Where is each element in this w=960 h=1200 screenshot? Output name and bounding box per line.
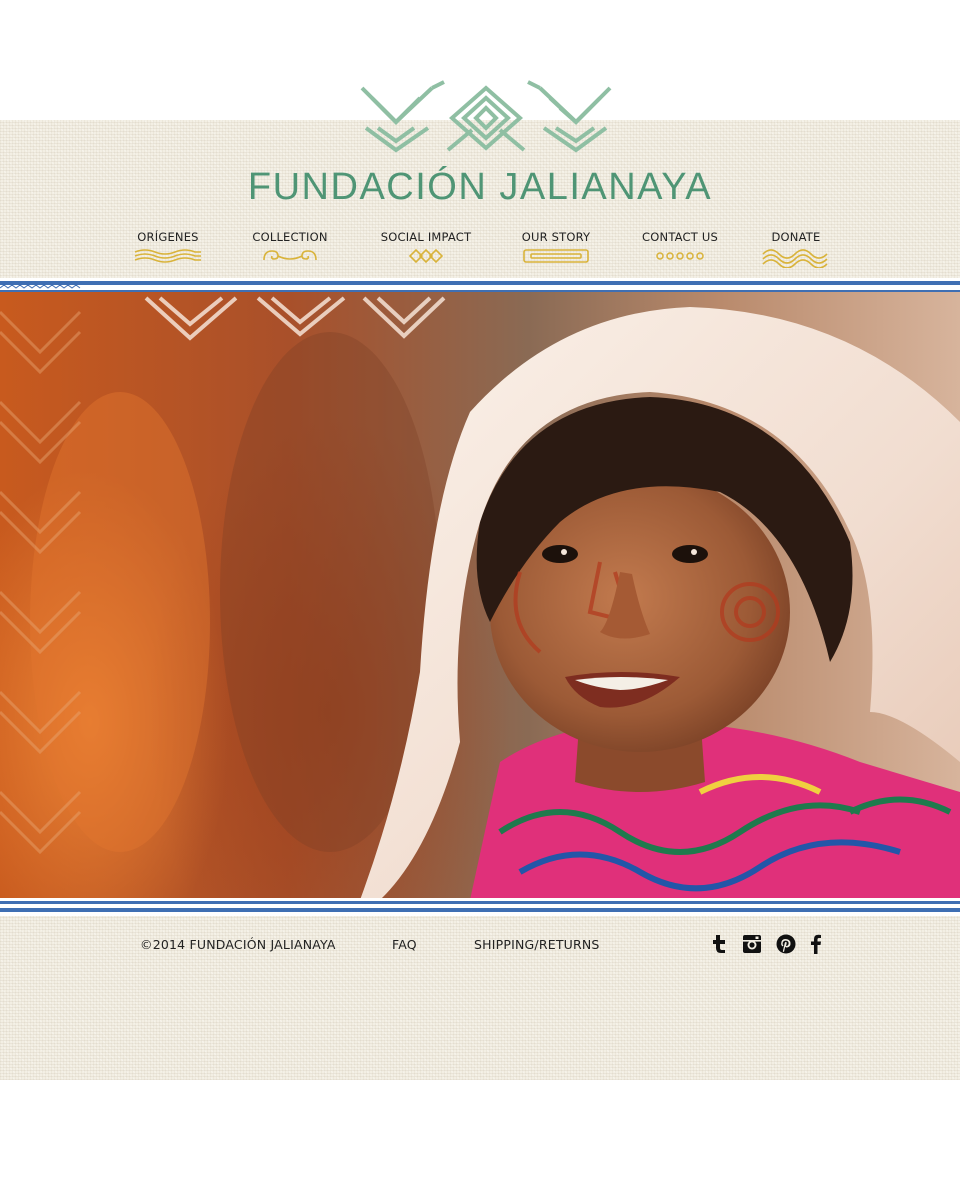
nav-label: SOCIAL IMPACT [380,230,472,244]
nav-label: DONATE [771,230,821,244]
shipping-returns-link[interactable]: SHIPPING/RETURNS [474,937,600,952]
nav-item-our-story[interactable]: OUR STORY [510,228,602,264]
hero-image [0,292,960,900]
dots-ornament-icon [656,252,704,260]
zigzag-ornament-icon [762,249,828,268]
frame-ornament-icon [523,249,589,263]
facebook-icon[interactable] [805,932,827,956]
nav-label: OUR STORY [521,230,591,244]
instagram-icon[interactable] [741,932,763,956]
wave-ornament-icon [134,249,201,263]
main-nav: ORÍGENES COLLECTION SOCIAL IMPACT OUR ST… [120,228,840,274]
brand-title[interactable]: FUNDACIÓN JALIANAYA [0,166,960,209]
nav-item-origenes[interactable]: ORÍGENES [120,228,216,264]
diamond-ornament-icon [408,248,444,264]
faq-link[interactable]: FAQ [392,937,417,952]
nav-item-social-impact[interactable]: SOCIAL IMPACT [378,228,474,264]
logo-mark[interactable] [352,78,620,156]
bottom-border-stripe [0,898,960,916]
nav-label: ORÍGENES [137,230,199,244]
nav-item-donate[interactable]: DONATE [756,228,836,268]
nav-label: CONTACT US [642,230,718,244]
nav-item-collection[interactable]: COLLECTION [244,228,336,264]
hero-illustration [0,296,960,900]
tumblr-icon[interactable] [708,932,730,956]
nav-label: COLLECTION [252,230,328,244]
copyright-text: ©2014 FUNDACIÓN JALIANAYA [140,937,336,952]
pinterest-icon[interactable] [775,932,797,956]
scroll-ornament-icon [263,250,317,261]
nav-item-contact-us[interactable]: CONTACT US [636,228,724,264]
